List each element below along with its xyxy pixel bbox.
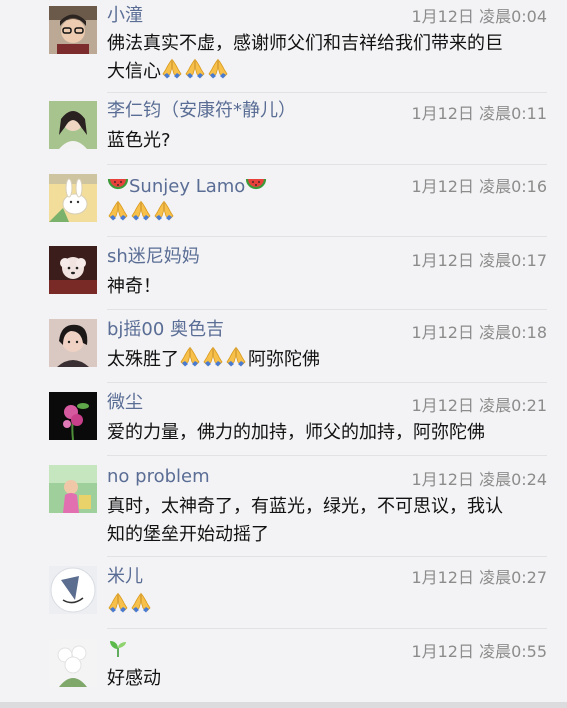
divider <box>107 92 547 93</box>
folded-hands-icon <box>153 200 175 222</box>
divider <box>107 556 547 557</box>
seedling-icon <box>107 637 129 659</box>
divider <box>107 309 547 310</box>
watermelon-icon <box>107 173 129 195</box>
comment-text <box>107 200 547 228</box>
avatar[interactable] <box>49 566 97 614</box>
folded-hands-icon <box>107 200 129 222</box>
comment-time: 1月12日 凌晨0:27 <box>411 568 547 587</box>
folded-hands-icon <box>202 346 224 368</box>
comment-time: 1月12日 凌晨0:16 <box>411 177 547 196</box>
comment-time: 1月12日 凌晨0:11 <box>411 104 547 123</box>
folded-hands-icon <box>130 200 152 222</box>
comment-text-line: 知的堡垒开始动摇了 <box>107 524 269 545</box>
comment-text: 爱的力量，佛力的加持，师父的加持，阿弥陀佛 <box>107 422 485 443</box>
comment-text: 真时，太神奇了，有蓝光，绿光，不可思议，我认 知的堡垒开始动摇了 <box>107 493 547 549</box>
avatar[interactable] <box>49 6 97 54</box>
comment-time: 1月12日 凌晨0:18 <box>411 323 547 342</box>
comment-text: 神奇！ <box>107 276 161 297</box>
watermelon-icon <box>245 173 267 195</box>
avatar[interactable] <box>49 465 97 513</box>
commenter-name[interactable]: bj摇00 奥色吉 <box>107 319 224 341</box>
folded-hands-icon <box>161 58 183 80</box>
commenter-name[interactable] <box>107 637 129 662</box>
commenter-name[interactable]: sh迷尼妈妈 <box>107 246 200 268</box>
comment-text: 太殊胜了 阿弥陀佛 <box>107 346 547 374</box>
folded-hands-icon <box>184 58 206 80</box>
comment-text: 好感动 <box>107 668 161 689</box>
folded-hands-icon <box>107 592 129 614</box>
comment-text-line: 真时，太神奇了，有蓝光，绿光，不可思议，我认 <box>107 496 503 517</box>
avatar[interactable] <box>49 319 97 367</box>
bottom-edge <box>0 702 567 708</box>
commenter-name[interactable]: 小潼 <box>107 5 143 27</box>
comment-text <box>107 592 547 620</box>
divider <box>107 236 547 237</box>
avatar[interactable] <box>49 246 97 294</box>
avatar[interactable] <box>49 101 97 149</box>
commenter-name[interactable]: 米儿 <box>107 566 143 588</box>
divider <box>107 164 547 165</box>
comment-text: 蓝色光? <box>107 130 171 151</box>
commenter-name[interactable]: 李仁钧（安康符*静儿） <box>107 100 296 122</box>
folded-hands-icon <box>225 346 247 368</box>
divider <box>107 628 547 629</box>
avatar[interactable] <box>49 639 97 687</box>
commenter-name[interactable]: no problem <box>107 466 210 488</box>
comment-time: 1月12日 凌晨0:21 <box>411 396 547 415</box>
comment-text: 佛法真实不虚，感谢师父们和吉祥给我们带来的巨 大信心 <box>107 30 547 86</box>
comment-time: 1月12日 凌晨0:55 <box>411 642 547 661</box>
avatar[interactable] <box>49 174 97 222</box>
folded-hands-icon <box>130 592 152 614</box>
comment-text-line: 佛法真实不虚，感谢师父们和吉祥给我们带来的巨 <box>107 33 503 54</box>
comment-time: 1月12日 凌晨0:17 <box>411 251 547 270</box>
folded-hands-icon <box>207 58 229 80</box>
comment-text-line: 大信心 <box>107 61 161 82</box>
folded-hands-icon <box>179 346 201 368</box>
commenter-name[interactable]: 微尘 <box>107 392 143 414</box>
avatar[interactable] <box>49 392 97 440</box>
comment-list: 小潼 1月12日 凌晨0:04 佛法真实不虚，感谢师父们和吉祥给我们带来的巨 大… <box>0 0 567 708</box>
commenter-name[interactable]: Sunjey Lamo <box>107 173 267 198</box>
divider <box>107 382 547 383</box>
comment-time: 1月12日 凌晨0:24 <box>411 470 547 489</box>
divider <box>107 455 547 456</box>
comment-time: 1月12日 凌晨0:04 <box>411 7 547 26</box>
